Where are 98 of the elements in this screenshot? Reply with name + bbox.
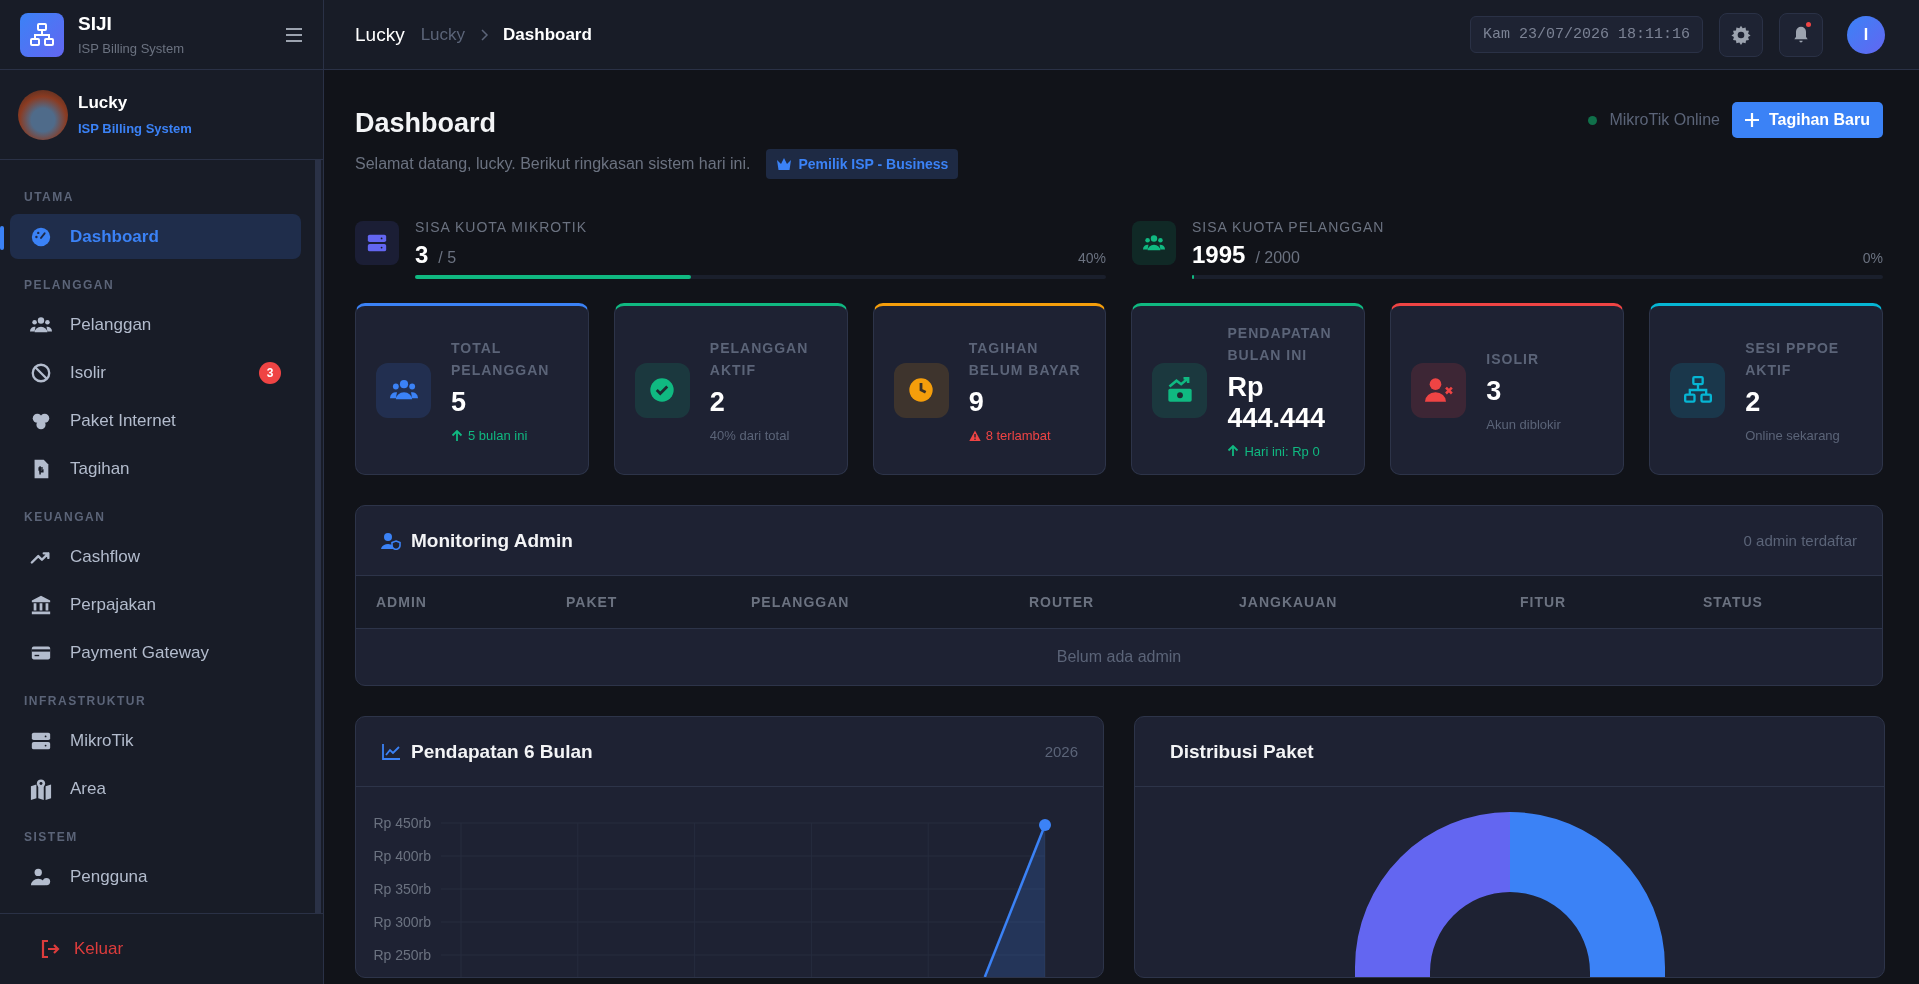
stat-label: ISOLIR — [1486, 350, 1540, 369]
stat-note: 40% dari total — [709, 428, 791, 443]
profile-name: Lucky — [78, 93, 129, 113]
column-header: PELANGGAN — [751, 594, 851, 610]
stat-icon — [1670, 362, 1726, 418]
nav-item[interactable]: MikroTik — [10, 718, 301, 763]
empty-message: Belum ada admin — [1055, 647, 1183, 667]
nav-item[interactable]: Tagihan — [10, 446, 301, 491]
column-header: ROUTER — [1029, 594, 1096, 610]
profile-photo-placeholder — [18, 89, 68, 140]
stat-value: 2 — [709, 387, 726, 418]
panel-title: Pendapatan 6 Bulan — [411, 740, 593, 763]
chart-year: 2026 — [1044, 743, 1078, 760]
logout-link[interactable]: Keluar — [40, 939, 124, 959]
settings-icon — [1731, 24, 1751, 45]
nav-section-label: SISTEM — [23, 829, 79, 846]
warning-icon — [968, 429, 981, 442]
brand-subtitle: ISP Billing System — [78, 41, 185, 56]
quota-total: / 5 — [438, 249, 457, 267]
stat-label: PENDAPATAN BULAN INI — [1227, 323, 1333, 365]
column-header: STATUS — [1703, 594, 1764, 610]
stat-note: Akun diblokir — [1486, 417, 1561, 432]
nav-item-icon — [30, 777, 52, 800]
nav-section-label: INFRASTRUKTUR — [23, 693, 148, 710]
column-header: PAKET — [566, 594, 619, 610]
y-axis-label: Rp 250rb — [373, 947, 431, 963]
nav-section-label: PELANGGAN — [23, 277, 116, 294]
breadcrumb-current: Dashboard — [503, 24, 592, 45]
stat-label: SESI PPPOE AKTIF — [1745, 339, 1841, 380]
quota-percent: 0% — [1862, 250, 1883, 266]
nav-item[interactable]: Perpajakan — [10, 582, 301, 627]
page-heading: Lucky — [355, 23, 405, 46]
nav-section-label: KEUANGAN — [23, 509, 107, 526]
plan-badge: Pemilik ISP - Business — [766, 149, 959, 179]
quota-label: SISA KUOTA MIKROTIK — [415, 219, 588, 235]
nav-item-icon — [30, 361, 52, 384]
stat-value: Rp 444.444 — [1227, 371, 1327, 434]
nav-item[interactable]: Pelanggan — [10, 302, 301, 347]
user-shield-icon — [381, 531, 401, 550]
connection-status: MikroTik Online — [1609, 111, 1720, 129]
stat-value: 5 — [451, 387, 468, 418]
quota-value: 1995 — [1192, 241, 1246, 269]
stat-icon — [1152, 362, 1208, 418]
nav-item[interactable]: Payment Gateway — [10, 630, 301, 675]
stat-label: TOTAL PELANGGAN — [451, 339, 551, 380]
brand-name: SIJI — [78, 13, 113, 35]
user-avatar[interactable]: I — [1847, 15, 1885, 54]
plus-icon — [1744, 113, 1759, 127]
stat-icon — [634, 362, 690, 418]
stat-icon — [1411, 362, 1467, 418]
column-header: JANGKAUAN — [1239, 594, 1339, 610]
profile-role: ISP Billing System — [78, 121, 192, 136]
stat-label: TAGIHAN BELUM BAYAR — [968, 339, 1082, 380]
new-invoice-button[interactable]: Tagihan Baru — [1731, 102, 1883, 138]
nav-item[interactable]: Cashflow — [10, 534, 301, 579]
nav-item[interactable]: Paket Internet — [10, 398, 301, 443]
page-title: Dashboard — [355, 108, 498, 139]
nav-item[interactable]: Area — [10, 766, 301, 811]
panel-title: Monitoring Admin — [411, 529, 573, 552]
chevron-icon — [479, 28, 490, 41]
quota-percent: 40% — [1077, 250, 1106, 266]
column-header: ADMIN — [376, 594, 428, 610]
stat-value: 3 — [1486, 376, 1503, 407]
welcome-text: Selamat datang, lucky. Berikut ringkasan sistem hari ini. — [355, 155, 751, 173]
panel-title: Distribusi Paket — [1170, 740, 1314, 763]
arrow-up-icon — [451, 429, 463, 442]
stat-note: 8 terlambat — [968, 428, 1086, 443]
stat-label: PELANGGAN AKTIF — [709, 339, 810, 380]
quota-label: SISA KUOTA PELANGGAN — [1192, 219, 1386, 235]
stat-value: 9 — [968, 387, 985, 418]
date-time-display: Kam 23/07/2026 18:11:16 — [1469, 16, 1703, 53]
logout-icon — [40, 939, 60, 959]
menu-icon[interactable] — [285, 26, 303, 43]
stat-note: 5 bulan ini — [451, 428, 568, 443]
stat-icon — [376, 362, 431, 418]
arrow-up-icon — [1227, 445, 1240, 457]
count-badge: 3 — [259, 361, 281, 384]
column-header: FITUR — [1520, 594, 1568, 610]
admin-count: 0 admin terdaftar — [1743, 532, 1857, 549]
stat-note: Online sekarang — [1745, 428, 1841, 443]
line-chart-icon — [381, 742, 401, 761]
y-axis-label: Rp 350rb — [373, 881, 431, 897]
quota-value: 3 — [415, 241, 429, 269]
nav-item-icon — [30, 225, 52, 248]
y-axis-label: Rp 300rb — [373, 914, 431, 930]
nav-item-icon — [30, 593, 52, 616]
y-axis-label: Rp 450rb — [373, 815, 431, 831]
nav-section-label: UTAMA — [23, 189, 75, 206]
nav-item[interactable]: Pengguna — [10, 854, 301, 899]
stat-icon — [893, 362, 949, 418]
notifications-button[interactable] — [1779, 12, 1823, 57]
quota-total: / 2000 — [1255, 249, 1300, 267]
stat-value: 2 — [1745, 387, 1762, 418]
stat-note: Hari ini: Rp 0 — [1227, 443, 1345, 459]
nav-item[interactable]: Isolir 3 — [10, 350, 301, 395]
settings-button[interactable] — [1719, 12, 1763, 57]
y-axis-label: Rp 400rb — [373, 848, 431, 864]
app-logo-icon — [20, 12, 64, 57]
